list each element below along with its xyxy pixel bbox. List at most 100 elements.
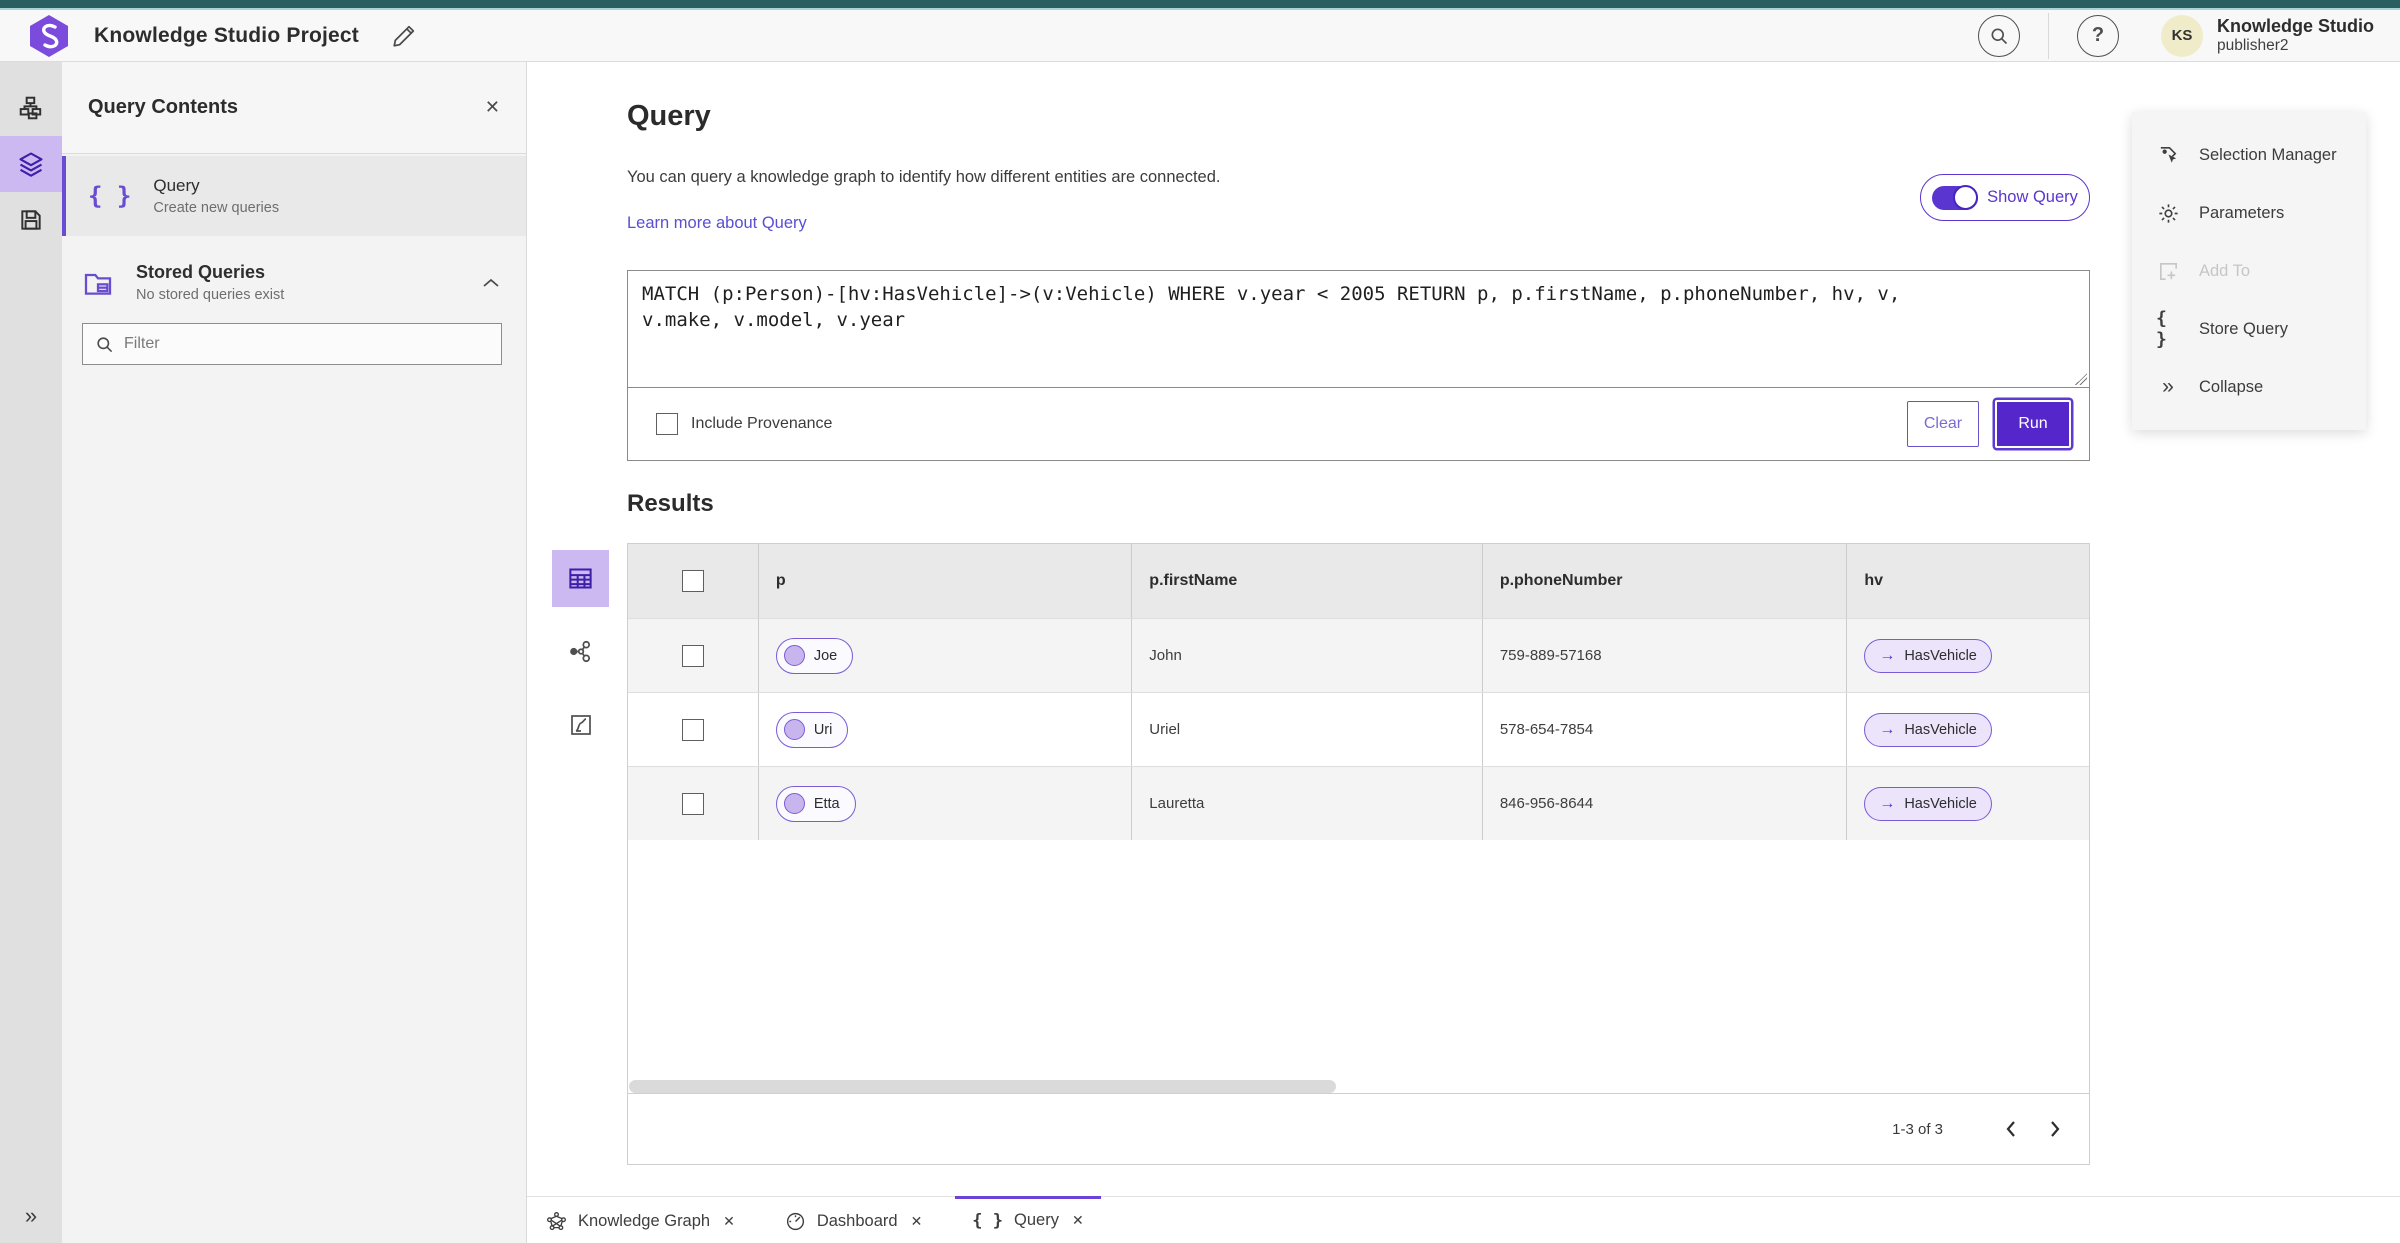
user-block: Knowledge Studio publisher2: [2217, 16, 2374, 55]
stored-queries-icon: [84, 273, 112, 295]
cell-phonenumber: 759-889-57168: [1483, 619, 1848, 692]
close-tab-icon[interactable]: ✕: [723, 1213, 735, 1230]
chevron-up-icon[interactable]: [482, 277, 500, 289]
chart-view-button[interactable]: [552, 696, 609, 753]
horizontal-scrollbar[interactable]: [629, 1080, 1336, 1093]
side-action-panel: Selection Manager Parameters Add To { }: [2132, 112, 2366, 430]
question-icon: ?: [2091, 24, 2105, 46]
table-body: Joe John 759-889-57168 → HasVehicle Uri …: [628, 618, 2089, 840]
project-title: Knowledge Studio Project: [94, 23, 359, 47]
rail-item-queries[interactable]: [0, 136, 62, 192]
edge-pill[interactable]: → HasVehicle: [1864, 712, 1992, 747]
document-tabbar: Knowledge Graph ✕ Dashboard ✕ { } Query …: [527, 1196, 2400, 1243]
parameters-label: Parameters: [2199, 203, 2285, 222]
close-panel-icon[interactable]: ✕: [485, 97, 500, 118]
column-header-hv[interactable]: hv: [1847, 544, 2089, 618]
collapse-item[interactable]: » Collapse: [2132, 358, 2366, 416]
toggle-knob: [1953, 184, 1979, 210]
collapse-icon: »: [2162, 375, 2174, 398]
filter-field: [82, 323, 502, 365]
close-tab-icon[interactable]: ✕: [1072, 1212, 1084, 1229]
column-header-firstname[interactable]: p.firstName: [1132, 544, 1483, 618]
edge-label: HasVehicle: [1904, 721, 1977, 738]
query-editor: MATCH (p:Person)-[hv:HasVehicle]->(v:Veh…: [627, 270, 2090, 461]
show-query-label: Show Query: [1987, 188, 2078, 206]
edge-pill[interactable]: → HasVehicle: [1864, 638, 1992, 673]
stored-queries-title: Stored Queries: [136, 262, 266, 282]
edit-title-icon[interactable]: [391, 23, 417, 49]
column-header-p[interactable]: p: [759, 544, 1133, 618]
node-label: Joe: [813, 647, 838, 664]
query-code-area: MATCH (p:Person)-[hv:HasVehicle]->(v:Veh…: [627, 270, 2090, 388]
results-card: p p.firstName p.phoneNumber hv Joe John …: [627, 543, 2090, 1165]
node-pill[interactable]: Joe: [775, 637, 854, 674]
store-query-item[interactable]: { } Store Query: [2132, 300, 2366, 358]
show-query-toggle[interactable]: Show Query: [1920, 174, 2090, 221]
table-icon: [569, 568, 592, 589]
network-icon: [570, 640, 591, 663]
main-content: Query You can query a knowledge graph to…: [527, 62, 2400, 1243]
query-textarea[interactable]: MATCH (p:Person)-[hv:HasVehicle]->(v:Veh…: [628, 271, 2089, 387]
dashboard-gauge-icon: [786, 1212, 804, 1231]
filter-search-icon: [97, 336, 113, 352]
include-provenance-checkbox[interactable]: [656, 413, 678, 435]
chevron-right-icon: [2051, 1121, 2060, 1137]
previous-page-button[interactable]: [1989, 1107, 2033, 1151]
expand-panel-icon[interactable]: »: [0, 1203, 62, 1229]
stored-queries-section[interactable]: Stored Queries No stored queries exist: [62, 246, 526, 309]
tab-query[interactable]: { } Query ✕: [955, 1196, 1101, 1242]
braces-icon: { }: [972, 1210, 1004, 1231]
edge-label: HasVehicle: [1904, 795, 1977, 812]
edge-pill[interactable]: → HasVehicle: [1864, 786, 1992, 821]
rail-item-model[interactable]: [0, 80, 62, 136]
select-all-checkbox[interactable]: [681, 570, 704, 592]
node-pill[interactable]: Etta: [775, 785, 856, 822]
search-button[interactable]: [1978, 14, 2020, 57]
column-header-phonenumber[interactable]: p.phoneNumber: [1483, 544, 1848, 618]
tab-knowledge-graph[interactable]: Knowledge Graph ✕: [529, 1197, 752, 1243]
filter-input[interactable]: [124, 335, 501, 353]
tab-label: Query: [1014, 1211, 1059, 1229]
braces-icon: { }: [88, 182, 132, 210]
next-page-button[interactable]: [2033, 1107, 2077, 1151]
cell-phonenumber: 846-956-8644: [1483, 767, 1848, 840]
knowledge-graph-icon: [547, 1212, 566, 1231]
node-pill[interactable]: Uri: [775, 711, 849, 748]
close-tab-icon[interactable]: ✕: [911, 1213, 923, 1230]
run-button[interactable]: Run: [1995, 400, 2071, 448]
cell-firstname: Lauretta: [1132, 767, 1483, 840]
left-icon-rail: »: [0, 62, 62, 1243]
help-button[interactable]: ?: [2077, 14, 2119, 57]
stored-queries-subtitle: No stored queries exist: [136, 287, 285, 303]
row-checkbox[interactable]: [681, 644, 704, 667]
row-checkbox[interactable]: [681, 718, 704, 741]
panel-item-query[interactable]: { } Query Create new queries: [62, 156, 526, 236]
node-dot-icon: [783, 645, 805, 666]
parameters-item[interactable]: Parameters: [2132, 184, 2366, 242]
add-to-label: Add To: [2199, 261, 2251, 280]
results-title: Results: [627, 490, 714, 517]
table-row[interactable]: Etta Lauretta 846-956-8644 → HasVehicle: [628, 766, 2089, 840]
resize-handle[interactable]: [2075, 373, 2087, 385]
pagination-bar: 1-3 of 3: [628, 1093, 2089, 1164]
table-row[interactable]: Joe John 759-889-57168 → HasVehicle: [628, 618, 2089, 692]
row-checkbox[interactable]: [681, 792, 704, 815]
selection-manager-item[interactable]: Selection Manager: [2132, 126, 2366, 184]
graph-view-button[interactable]: [552, 623, 609, 680]
pagination-range: 1-3 of 3: [1892, 1120, 1943, 1138]
learn-more-link[interactable]: Learn more about Query: [627, 214, 807, 233]
chevron-left-icon: [2006, 1121, 2015, 1137]
query-description: You can query a knowledge graph to ident…: [627, 168, 1221, 186]
tab-dashboard[interactable]: Dashboard ✕: [768, 1197, 939, 1243]
table-view-button[interactable]: [552, 550, 609, 607]
node-dot-icon: [783, 793, 805, 814]
avatar[interactable]: KS: [2161, 14, 2203, 57]
rail-item-save[interactable]: [0, 192, 62, 248]
panel-header: Query Contents ✕: [62, 62, 526, 154]
page-title: Query: [627, 100, 711, 132]
app-logo-icon: [30, 14, 68, 57]
table-row[interactable]: Uri Uriel 578-654-7854 → HasVehicle: [628, 692, 2089, 766]
clear-button[interactable]: Clear: [1907, 401, 1979, 447]
include-provenance-label: Include Provenance: [691, 415, 833, 432]
app-header: Knowledge Studio Project ? KS Knowledge …: [0, 10, 2400, 62]
